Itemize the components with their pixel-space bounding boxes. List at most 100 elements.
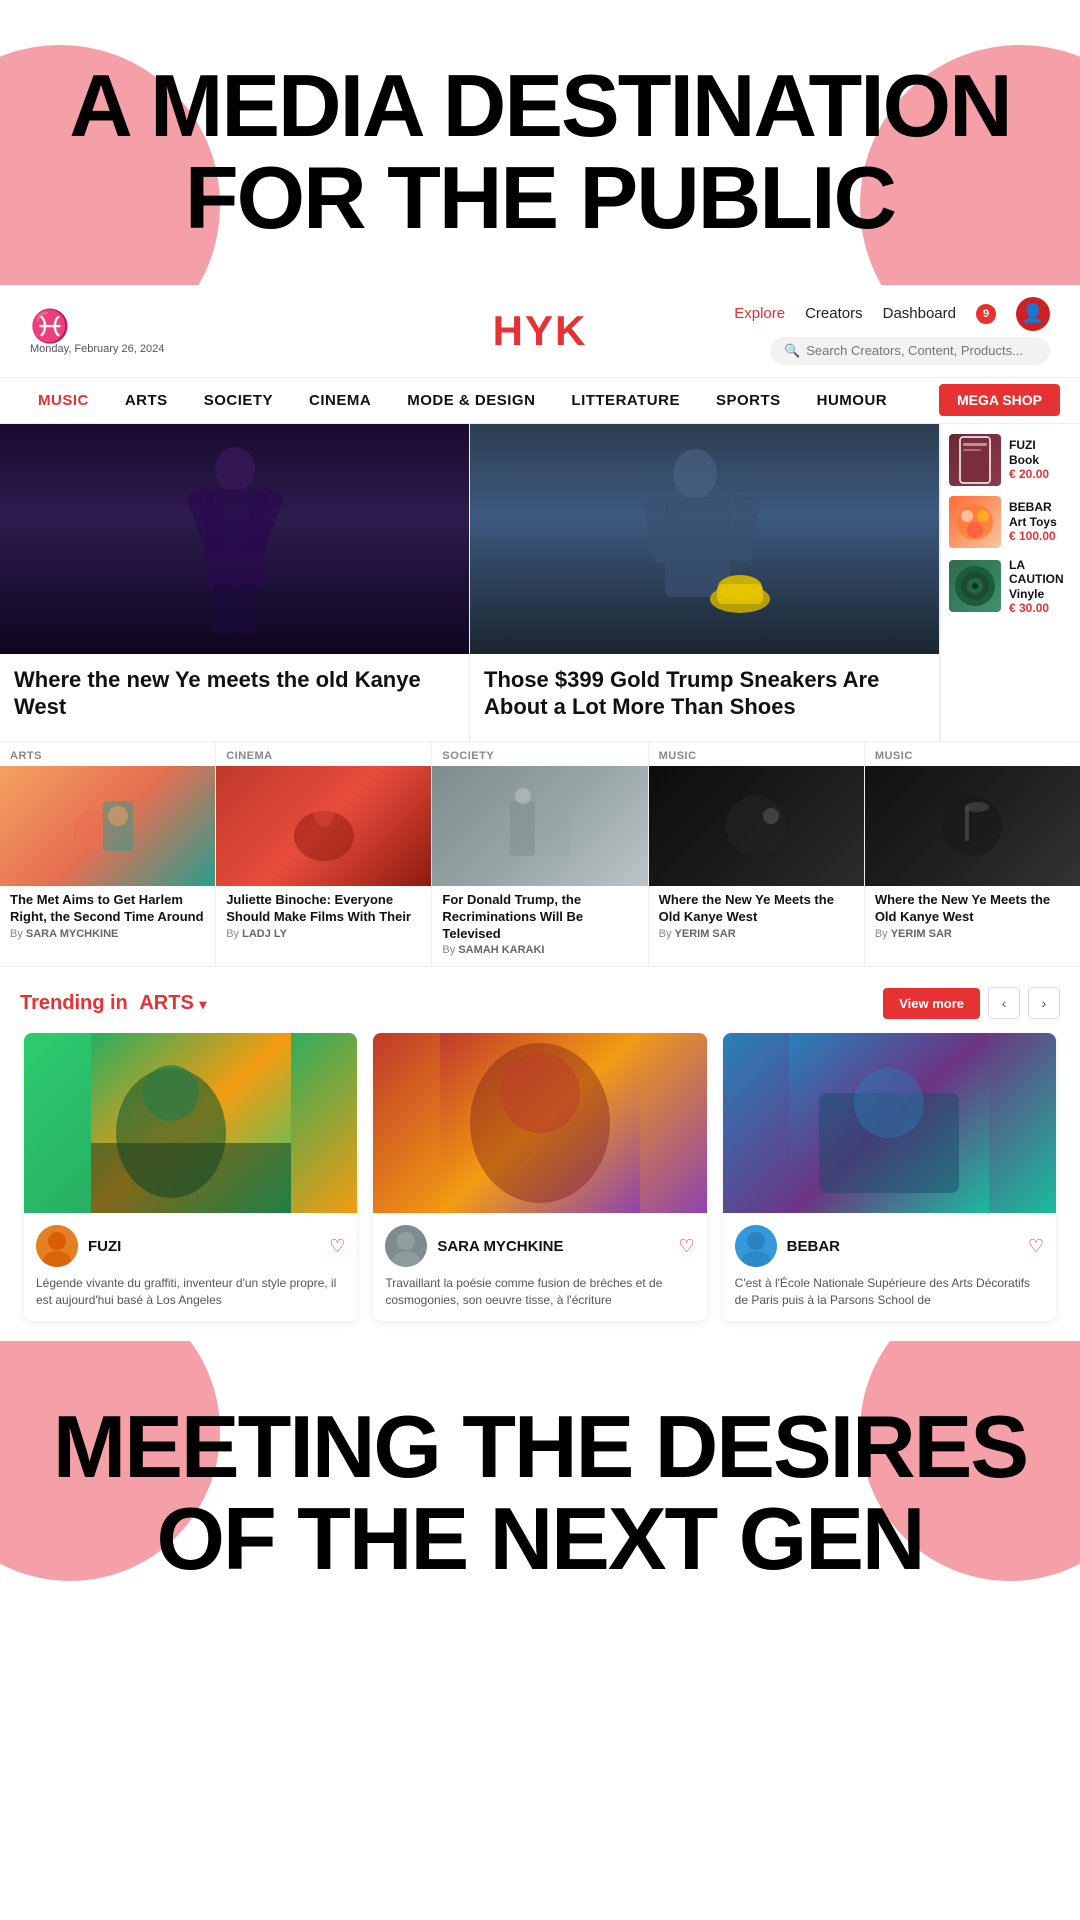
small-music1-author: By YERIM SAR <box>649 928 864 940</box>
featured-right-title[interactable]: Those $399 Gold Trump Sneakers Are About… <box>470 654 939 725</box>
small-cinema-author: By LADJ LY <box>216 928 431 940</box>
small-cinema-title: Juliette Binoche: Everyone Should Make F… <box>216 886 431 928</box>
small-cat-arts: ARTS <box>0 742 215 766</box>
small-cat-cinema: CINEMA <box>216 742 431 766</box>
small-arts-title: The Met Aims to Get Harlem Right, the Se… <box>0 886 215 928</box>
shop-fuzi-price: € 20.00 <box>1009 467 1072 481</box>
navbar-brand[interactable]: HYK <box>493 307 588 355</box>
trending-card-bebar[interactable]: BEBAR ♡ C'est à l'École Nationale Supéri… <box>723 1033 1056 1321</box>
cat-mode[interactable]: MODE & DESIGN <box>389 378 553 423</box>
small-society-author: By SAMAH KARAKI <box>432 944 647 956</box>
fuzi-card-image <box>24 1033 357 1213</box>
shop-fuzi-name: FUZIBook <box>1009 438 1072 467</box>
small-articles-row: ARTS The Met Aims to Get Harlem Right, t… <box>0 741 1080 968</box>
navbar-right: Explore Creators Dashboard 9 👤 🔍 <box>734 297 1050 365</box>
small-cinema-image <box>216 766 431 886</box>
cat-sports[interactable]: SPORTS <box>698 378 799 423</box>
shop-fuzi-info: FUZIBook € 20.00 <box>1009 438 1072 481</box>
fuzi-creator-row: FUZI ♡ <box>36 1225 345 1267</box>
mega-shop-button[interactable]: MEGA SHOP <box>939 384 1060 416</box>
small-arts-image <box>0 766 215 886</box>
notification-badge[interactable]: 9 <box>976 304 996 324</box>
trending-next-button[interactable]: › <box>1028 987 1060 1019</box>
shop-lacaution-price: € 30.00 <box>1009 601 1072 615</box>
featured-area: Where the new Ye meets the old Kanye Wes… <box>0 424 940 741</box>
sara-avatar <box>385 1225 427 1267</box>
featured-left-image <box>0 424 469 654</box>
main-content: Where the new Ye meets the old Kanye Wes… <box>0 424 1080 741</box>
shop-item-lacaution[interactable]: LA CAUTIONVinyle € 30.00 <box>949 558 1072 615</box>
hero-top-section: A MEDIA DESTINATION FOR THE PUBLIC <box>0 0 1080 285</box>
bebar-desc: C'est à l'École Nationale Supérieure des… <box>735 1275 1044 1309</box>
small-society-title: For Donald Trump, the Recriminations Wil… <box>432 886 647 945</box>
small-article-arts[interactable]: ARTS The Met Aims to Get Harlem Right, t… <box>0 742 216 967</box>
shop-vinyl-image <box>949 560 1001 612</box>
shop-bebar-info: BEBARArt Toys € 100.00 <box>1009 500 1072 543</box>
hero-bottom-title: MEETING THE DESIRES OF THE NEXT GEN <box>40 1401 1040 1586</box>
logo-symbol: ♓ <box>30 307 70 345</box>
shop-lacaution-info: LA CAUTIONVinyle € 30.00 <box>1009 558 1072 615</box>
shop-sidebar: FUZIBook € 20.00 BEBARArt Toys € 100.00 … <box>940 424 1080 741</box>
bebar-name: BEBAR <box>787 1238 1018 1255</box>
cat-music[interactable]: MUSIC <box>20 378 107 423</box>
trending-category: ARTS <box>139 992 193 1014</box>
cat-arts[interactable]: ARTS <box>107 378 186 423</box>
trending-chevron-icon[interactable]: ▾ <box>199 996 206 1012</box>
small-article-music1[interactable]: MUSIC Where the New Ye Meets the Old Kan… <box>649 742 865 967</box>
small-article-society[interactable]: SOCIETY For Donald Trump, the Recriminat… <box>432 742 648 967</box>
nav-creators[interactable]: Creators <box>805 305 863 322</box>
trending-section: Trending in ARTS ▾ View more ‹ › FUZI ♡ <box>0 967 1080 1321</box>
shop-fuzi-image <box>949 434 1001 486</box>
small-music1-title: Where the New Ye Meets the Old Kanye Wes… <box>649 886 864 928</box>
hero-bottom-section: MEETING THE DESIRES OF THE NEXT GEN <box>0 1341 1080 1666</box>
shop-item-bebar[interactable]: BEBARArt Toys € 100.00 <box>949 496 1072 548</box>
bebar-avatar <box>735 1225 777 1267</box>
cat-society[interactable]: SOCIETY <box>186 378 291 423</box>
cat-cinema[interactable]: CINEMA <box>291 378 389 423</box>
small-society-image <box>432 766 647 886</box>
bebar-card-image <box>723 1033 1056 1213</box>
shop-bebar-name: BEBARArt Toys <box>1009 500 1072 529</box>
trending-prev-button[interactable]: ‹ <box>988 987 1020 1019</box>
small-arts-author: By SARA MYCHKINE <box>0 928 215 940</box>
user-avatar[interactable]: 👤 <box>1016 297 1050 331</box>
kanye-silhouette <box>175 439 295 639</box>
nav-explore[interactable]: Explore <box>734 305 785 322</box>
featured-left: Where the new Ye meets the old Kanye Wes… <box>0 424 470 741</box>
sara-card-image <box>373 1033 706 1213</box>
bebar-heart-icon[interactable]: ♡ <box>1028 1236 1044 1257</box>
small-article-music2[interactable]: MUSIC Where the New Ye Meets the Old Kan… <box>865 742 1080 967</box>
nav-dashboard[interactable]: Dashboard <box>883 305 956 322</box>
trump-silhouette <box>635 439 775 639</box>
kanye-image <box>0 424 469 654</box>
search-bar[interactable]: 🔍 <box>770 337 1050 365</box>
bebar-creator-row: BEBAR ♡ <box>735 1225 1044 1267</box>
small-article-cinema[interactable]: CINEMA Juliette Binoche: Everyone Should… <box>216 742 432 967</box>
featured-left-title[interactable]: Where the new Ye meets the old Kanye Wes… <box>0 654 469 725</box>
fuzi-name: FUZI <box>88 1238 319 1255</box>
view-more-button[interactable]: View more <box>883 988 980 1019</box>
fuzi-avatar <box>36 1225 78 1267</box>
hero-top-title: A MEDIA DESTINATION FOR THE PUBLIC <box>40 60 1040 245</box>
sara-card-body: SARA MYCHKINE ♡ Travaillant la poésie co… <box>373 1213 706 1321</box>
trending-card-sara[interactable]: SARA MYCHKINE ♡ Travaillant la poésie co… <box>373 1033 706 1321</box>
search-icon: 🔍 <box>784 343 800 359</box>
sara-creator-row: SARA MYCHKINE ♡ <box>385 1225 694 1267</box>
shop-lacaution-name: LA CAUTIONVinyle <box>1009 558 1072 601</box>
sara-name: SARA MYCHKINE <box>437 1238 668 1255</box>
small-music2-author: By YERIM SAR <box>865 928 1080 940</box>
sara-heart-icon[interactable]: ♡ <box>679 1236 695 1257</box>
fuzi-heart-icon[interactable]: ♡ <box>329 1236 345 1257</box>
navbar-left: ♓ Monday, February 26, 2024 <box>30 307 164 355</box>
sara-desc: Travaillant la poésie comme fusion de br… <box>385 1275 694 1309</box>
shop-item-fuzi[interactable]: FUZIBook € 20.00 <box>949 434 1072 486</box>
small-music2-image <box>865 766 1080 886</box>
cat-humour[interactable]: HUMOUR <box>799 378 906 423</box>
search-input[interactable] <box>806 343 1036 358</box>
cat-litterature[interactable]: LITTERATURE <box>553 378 698 423</box>
trending-card-fuzi[interactable]: FUZI ♡ Légende vivante du graffiti, inve… <box>24 1033 357 1321</box>
shop-bebar-price: € 100.00 <box>1009 529 1072 543</box>
trending-controls: View more ‹ › <box>883 987 1060 1019</box>
navbar-links: Explore Creators Dashboard 9 👤 <box>734 297 1050 331</box>
trending-cards: FUZI ♡ Légende vivante du graffiti, inve… <box>0 1033 1080 1321</box>
